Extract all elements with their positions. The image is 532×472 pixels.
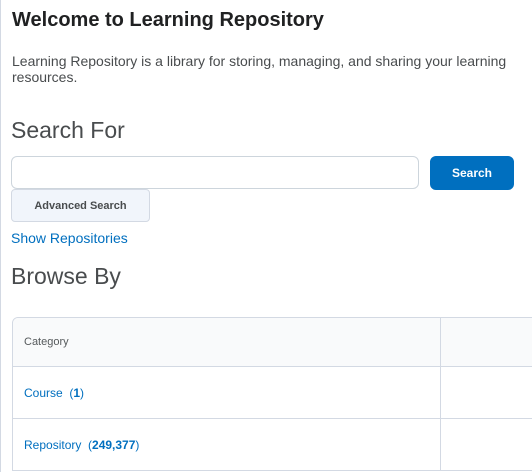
browse-heading: Browse By: [11, 263, 121, 289]
show-repositories-link[interactable]: Show Repositories: [11, 230, 128, 246]
browse-course-link[interactable]: Course (1): [24, 386, 84, 400]
search-heading: Search For: [11, 117, 125, 143]
page-description: Learning Repository is a library for sto…: [12, 53, 507, 85]
search-button[interactable]: Search: [430, 156, 514, 190]
advanced-search-button[interactable]: Advanced Search: [11, 189, 150, 222]
browse-table: Category Course (1) Repository (249,377): [12, 317, 532, 471]
table-header-side-cell: [441, 318, 532, 366]
table-row: Repository (249,377): [13, 418, 532, 470]
row-count: 249,377: [92, 437, 136, 452]
table-header-row: Category: [13, 318, 532, 366]
table-row: Course (1): [13, 366, 532, 418]
table-side-cell: [441, 419, 532, 470]
table-cell: Course (1): [13, 367, 441, 418]
row-label: Repository: [24, 437, 82, 452]
search-input[interactable]: [11, 156, 419, 189]
table-header-cell: Category: [13, 318, 441, 366]
page-title: Welcome to Learning Repository: [12, 9, 324, 31]
table-cell: Repository (249,377): [13, 419, 441, 470]
row-label: Course: [24, 385, 63, 400]
row-count: 1: [73, 385, 81, 400]
table-side-cell: [441, 367, 532, 418]
browse-repository-link[interactable]: Repository (249,377): [24, 438, 139, 452]
category-column-header: Category: [24, 336, 69, 348]
